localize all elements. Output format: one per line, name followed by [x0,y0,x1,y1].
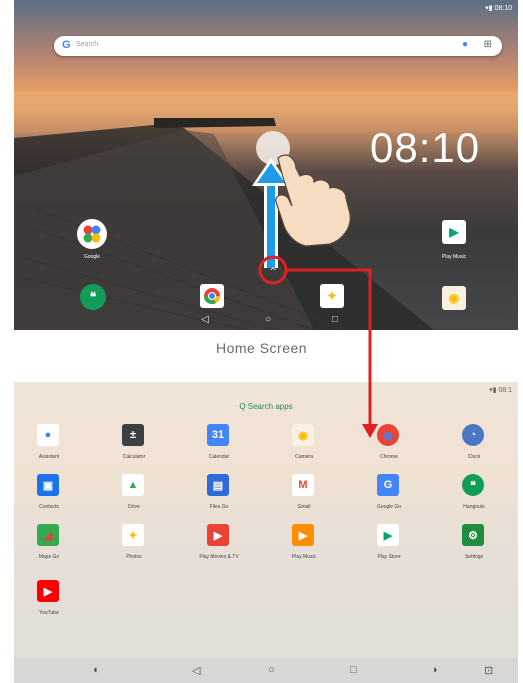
calculator-icon[interactable]: ± [122,424,144,446]
youtube-icon[interactable]: ▶ [37,580,59,602]
app-clock[interactable]: ◔ Clock [439,424,509,464]
folder-label: Google [83,254,101,260]
app-label: Camera [295,454,313,460]
app-label: Hangouts [463,504,485,510]
volume-up-icon[interactable]: ◗ [432,664,439,676]
app-label: Play Music [291,554,317,560]
assistant-icon[interactable]: ● [37,424,59,446]
app-files-go[interactable]: ▤ Files Go [184,474,254,514]
volume-down-icon[interactable]: ◖ [92,664,99,676]
app-photos[interactable]: ✦ Photos [99,524,169,564]
back-icon[interactable]: ◁ [201,314,209,325]
app-label: Drive [128,504,140,510]
app-label: Contacts [39,504,59,510]
maps-go-icon[interactable]: ◢ [37,524,59,546]
app-play-store[interactable]: ▶ Play Store [354,524,424,564]
home-screen: ▾▮ 08:10 G Search ● ⊞ 08:10 Google ▶ Pla… [14,0,518,330]
app-play-movies-tv[interactable]: ▶ Play Movies & TV [184,524,254,564]
drawer-navigation-bar: ◖ ◁ ○ □ ◗ ⊡ [14,658,518,683]
app-label: Chrome [380,454,398,460]
home-navigation-bar: ◁ ○ □ [14,312,518,330]
recents-icon[interactable]: □ [332,314,338,325]
drawer-status-icons: ▾▮ 08:1 [489,387,512,394]
play-music-icon[interactable]: ▶ [292,524,314,546]
app-maps-go[interactable]: ◢ Maps Go [14,524,84,564]
search-placeholder: Search [76,41,99,48]
microphone-icon[interactable]: ● [462,39,468,50]
app-label: Settings [464,554,484,560]
chrome-logo-icon [203,288,221,305]
app-play-music[interactable]: ▶ Play Music [269,524,339,564]
app-contacts[interactable]: ▣ Contacts [14,474,84,514]
app-gmail[interactable]: M Gmail [269,474,339,514]
apps-grid-icon[interactable]: ⊞ [484,39,492,50]
back-icon[interactable]: ◁ [192,664,200,677]
screenshot-icon[interactable]: ⊡ [484,664,493,677]
home-icon[interactable]: ○ [268,664,275,676]
app-label: Photos [126,554,142,560]
app-label: Calendar [208,454,230,460]
folder-grid-icon [83,225,101,243]
play-movies-tv-icon[interactable]: ▶ [207,524,229,546]
status-bar-icons: ▾▮ 08:10 [485,5,512,12]
play-store-icon[interactable]: ▶ [377,524,399,546]
settings-icon[interactable]: ⚙ [462,524,484,546]
google-go-icon[interactable]: G [377,474,399,496]
app-label: Maps Go [38,554,60,560]
app-label: YouTube [39,610,59,616]
chrome-icon[interactable]: ◍ [377,424,399,446]
google-search-bar[interactable]: G Search ● ⊞ [54,36,502,56]
app-calendar[interactable]: 31 Calendar [184,424,254,464]
app-calculator[interactable]: ± Calculator [99,424,169,464]
app-label: Play Store [377,554,401,560]
google-logo-icon: G [62,39,71,51]
app-chrome[interactable]: ◍ Chrome [354,424,424,464]
play-store-icon[interactable]: ▶ [442,220,466,244]
app-google-go[interactable]: G Google Go [354,474,424,514]
app-drive[interactable]: ▲ Drive [99,474,169,514]
hangouts-icon[interactable]: ❝ [462,474,484,496]
clock-widget[interactable]: 08:10 [370,124,480,172]
clock-icon[interactable]: ◔ [462,424,484,446]
photos-icon[interactable]: ✦ [320,284,344,308]
app-settings[interactable]: ⚙ Settings [439,524,509,564]
app-camera[interactable]: ◉ Camera [269,424,339,464]
app-label: Google Go [376,504,402,510]
app-hangouts[interactable]: ❝ Hangouts [439,474,509,514]
home-icon[interactable]: ○ [265,314,271,325]
gmail-icon[interactable]: M [292,474,314,496]
camera-icon[interactable]: ◉ [442,286,466,310]
app-assistant[interactable]: ● Assistant [14,424,84,464]
app-label: Assistant [38,454,60,460]
files-go-icon[interactable]: ▤ [207,474,229,496]
drive-icon[interactable]: ▲ [122,474,144,496]
search-apps-field[interactable]: Q Search apps [14,402,518,411]
play-store-label: Play Music [441,254,467,260]
app-label: Calculator [122,454,146,460]
google-folder-icon[interactable] [77,219,107,249]
photos-icon[interactable]: ✦ [122,524,144,546]
chrome-icon[interactable] [200,284,224,308]
app-label: Clock [467,454,481,460]
contacts-icon[interactable]: ▣ [37,474,59,496]
hangouts-icon[interactable]: ❝ [80,284,106,310]
app-drawer-screen: ▾▮ 08:1 Q Search apps ● Assistant ± Calcula… [14,382,518,683]
calendar-icon[interactable]: 31 [207,424,229,446]
home-screen-caption: Home Screen [215,340,308,356]
app-label: Files Go [209,504,229,510]
app-youtube[interactable]: ▶ YouTube [14,580,84,620]
recents-icon[interactable]: □ [350,664,357,676]
app-label: Gmail [297,504,311,510]
app-label: Play Movies & TV [199,554,239,560]
camera-icon[interactable]: ◉ [292,424,314,446]
